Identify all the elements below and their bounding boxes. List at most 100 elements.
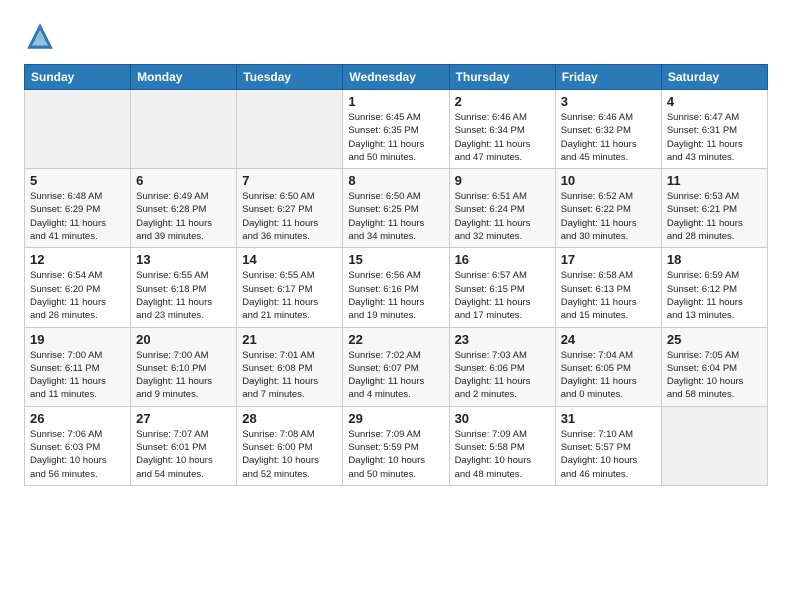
day-number: 31 [561,411,656,426]
day-number: 15 [348,252,443,267]
calendar-cell: 30 Sunrise: 7:09 AMSunset: 5:58 PMDayligh… [449,406,555,485]
day-number: 1 [348,94,443,109]
day-info: Sunrise: 7:04 AMSunset: 6:05 PMDaylight:… [561,349,656,402]
day-info: Sunrise: 6:49 AMSunset: 6:28 PMDaylight:… [136,190,231,243]
day-info: Sunrise: 7:05 AMSunset: 6:04 PMDaylight:… [667,349,762,402]
day-info: Sunrise: 7:01 AMSunset: 6:08 PMDaylight:… [242,349,337,402]
calendar-cell: 6 Sunrise: 6:49 AMSunset: 6:28 PMDaylight… [131,169,237,248]
calendar-cell: 5Sunrise: 6:48 AMSunset: 6:29 PMDaylight… [25,169,131,248]
header [24,20,768,52]
calendar-header-wednesday: Wednesday [343,65,449,90]
logo [24,20,60,52]
day-number: 24 [561,332,656,347]
day-number: 5 [30,173,125,188]
calendar-cell: 24 Sunrise: 7:04 AMSunset: 6:05 PMDayligh… [555,327,661,406]
day-number: 19 [30,332,125,347]
calendar-week-5: 26 Sunrise: 7:06 AMSunset: 6:03 PMDayligh… [25,406,768,485]
calendar-cell: 9Sunrise: 6:51 AMSunset: 6:24 PMDaylight… [449,169,555,248]
calendar-cell: 8 Sunrise: 6:50 AMSunset: 6:25 PMDaylight… [343,169,449,248]
day-info: Sunrise: 6:59 AMSunset: 6:12 PMDaylight:… [667,269,762,322]
calendar-cell: 17Sunrise: 6:58 AMSunset: 6:13 PMDayligh… [555,248,661,327]
day-number: 29 [348,411,443,426]
calendar-cell: 21 Sunrise: 7:01 AMSunset: 6:08 PMDayligh… [237,327,343,406]
calendar-cell: 19 Sunrise: 7:00 AMSunset: 6:11 PMDayligh… [25,327,131,406]
calendar-header-sunday: Sunday [25,65,131,90]
day-info: Sunrise: 6:50 AMSunset: 6:27 PMDaylight:… [242,190,337,243]
day-number: 27 [136,411,231,426]
day-number: 23 [455,332,550,347]
calendar-cell: 12 Sunrise: 6:54 AMSunset: 6:20 PMDayligh… [25,248,131,327]
day-number: 2 [455,94,550,109]
day-number: 20 [136,332,231,347]
day-number: 17 [561,252,656,267]
logo-icon [24,20,56,52]
calendar-week-4: 19 Sunrise: 7:00 AMSunset: 6:11 PMDayligh… [25,327,768,406]
page: SundayMondayTuesdayWednesdayThursdayFrid… [0,0,792,502]
calendar-cell: 1 Sunrise: 6:45 AMSunset: 6:35 PMDaylight… [343,90,449,169]
day-info: Sunrise: 6:56 AMSunset: 6:16 PMDaylight:… [348,269,443,322]
calendar-cell [131,90,237,169]
day-info: Sunrise: 6:54 AMSunset: 6:20 PMDaylight:… [30,269,125,322]
day-info: Sunrise: 6:52 AMSunset: 6:22 PMDaylight:… [561,190,656,243]
calendar-cell: 4 Sunrise: 6:47 AMSunset: 6:31 PMDaylight… [661,90,767,169]
calendar-cell: 13 Sunrise: 6:55 AMSunset: 6:18 PMDayligh… [131,248,237,327]
calendar-cell: 28 Sunrise: 7:08 AMSunset: 6:00 PMDayligh… [237,406,343,485]
day-info: Sunrise: 6:47 AMSunset: 6:31 PMDaylight:… [667,111,762,164]
calendar-cell: 2 Sunrise: 6:46 AMSunset: 6:34 PMDaylight… [449,90,555,169]
day-info: Sunrise: 7:00 AMSunset: 6:10 PMDaylight:… [136,349,231,402]
day-number: 28 [242,411,337,426]
calendar-header-saturday: Saturday [661,65,767,90]
day-info: Sunrise: 6:55 AMSunset: 6:17 PMDaylight:… [242,269,337,322]
day-info: Sunrise: 7:09 AMSunset: 5:59 PMDaylight:… [348,428,443,481]
day-number: 14 [242,252,337,267]
day-info: Sunrise: 7:08 AMSunset: 6:00 PMDaylight:… [242,428,337,481]
day-number: 3 [561,94,656,109]
day-info: Sunrise: 7:03 AMSunset: 6:06 PMDaylight:… [455,349,550,402]
calendar-cell: 11 Sunrise: 6:53 AMSunset: 6:21 PMDayligh… [661,169,767,248]
day-info: Sunrise: 7:02 AMSunset: 6:07 PMDaylight:… [348,349,443,402]
calendar-cell: 29 Sunrise: 7:09 AMSunset: 5:59 PMDayligh… [343,406,449,485]
calendar-header-row: SundayMondayTuesdayWednesdayThursdayFrid… [25,65,768,90]
day-info: Sunrise: 7:06 AMSunset: 6:03 PMDaylight:… [30,428,125,481]
day-number: 30 [455,411,550,426]
day-number: 10 [561,173,656,188]
day-number: 22 [348,332,443,347]
calendar-cell: 16 Sunrise: 6:57 AMSunset: 6:15 PMDayligh… [449,248,555,327]
day-number: 26 [30,411,125,426]
calendar-cell: 10 Sunrise: 6:52 AMSunset: 6:22 PMDayligh… [555,169,661,248]
day-number: 12 [30,252,125,267]
day-number: 4 [667,94,762,109]
day-info: Sunrise: 6:45 AMSunset: 6:35 PMDaylight:… [348,111,443,164]
day-info: Sunrise: 6:55 AMSunset: 6:18 PMDaylight:… [136,269,231,322]
calendar-week-3: 12 Sunrise: 6:54 AMSunset: 6:20 PMDayligh… [25,248,768,327]
calendar-cell: 22 Sunrise: 7:02 AMSunset: 6:07 PMDayligh… [343,327,449,406]
day-info: Sunrise: 7:09 AMSunset: 5:58 PMDaylight:… [455,428,550,481]
day-info: Sunrise: 6:57 AMSunset: 6:15 PMDaylight:… [455,269,550,322]
day-number: 16 [455,252,550,267]
calendar-cell: 31 Sunrise: 7:10 AMSunset: 5:57 PMDayligh… [555,406,661,485]
day-number: 13 [136,252,231,267]
day-number: 21 [242,332,337,347]
calendar-header-tuesday: Tuesday [237,65,343,90]
day-number: 6 [136,173,231,188]
calendar-week-2: 5Sunrise: 6:48 AMSunset: 6:29 PMDaylight… [25,169,768,248]
day-number: 11 [667,173,762,188]
day-number: 18 [667,252,762,267]
calendar-cell: 26 Sunrise: 7:06 AMSunset: 6:03 PMDayligh… [25,406,131,485]
day-info: Sunrise: 7:10 AMSunset: 5:57 PMDaylight:… [561,428,656,481]
day-number: 7 [242,173,337,188]
day-info: Sunrise: 6:50 AMSunset: 6:25 PMDaylight:… [348,190,443,243]
day-info: Sunrise: 6:53 AMSunset: 6:21 PMDaylight:… [667,190,762,243]
calendar-cell [661,406,767,485]
calendar-cell: 20 Sunrise: 7:00 AMSunset: 6:10 PMDayligh… [131,327,237,406]
calendar-cell [237,90,343,169]
day-number: 8 [348,173,443,188]
calendar-cell [25,90,131,169]
day-info: Sunrise: 7:07 AMSunset: 6:01 PMDaylight:… [136,428,231,481]
calendar-cell: 3Sunrise: 6:46 AMSunset: 6:32 PMDaylight… [555,90,661,169]
calendar-cell: 18 Sunrise: 6:59 AMSunset: 6:12 PMDayligh… [661,248,767,327]
day-info: Sunrise: 7:00 AMSunset: 6:11 PMDaylight:… [30,349,125,402]
day-info: Sunrise: 6:46 AMSunset: 6:34 PMDaylight:… [455,111,550,164]
day-number: 9 [455,173,550,188]
calendar-cell: 14 Sunrise: 6:55 AMSunset: 6:17 PMDayligh… [237,248,343,327]
